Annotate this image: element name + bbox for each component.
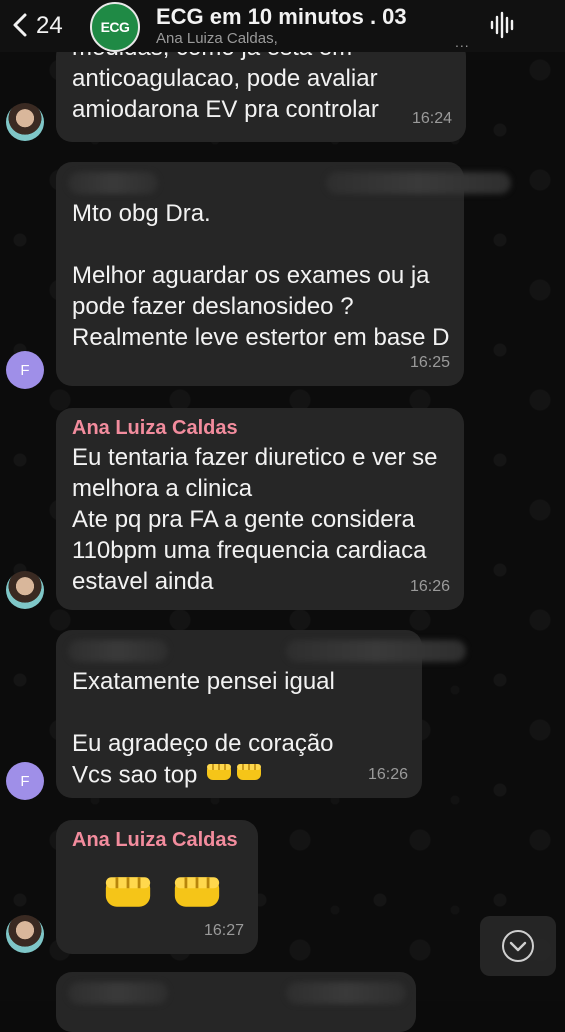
fist-emoji bbox=[204, 759, 234, 793]
redacted-sender bbox=[68, 640, 168, 662]
avatar[interactable]: F bbox=[6, 351, 44, 389]
message-time: 16:25 bbox=[409, 354, 450, 371]
message-line: Eu agradeço de coração bbox=[72, 730, 334, 757]
group-avatar[interactable]: ECG bbox=[90, 2, 140, 52]
chat-header: 24 ECG ECG em 10 minutos . 03 Ana Luiza … bbox=[0, 0, 565, 52]
message-bubble[interactable]: Mto obg Dra. Melhor aguardar os exames o… bbox=[56, 162, 511, 386]
message-time: 16:27 bbox=[203, 922, 244, 939]
group-members[interactable]: Ana Luiza Caldas, bbox=[156, 30, 278, 47]
group-avatar-text: ECG bbox=[100, 19, 130, 35]
message-bubble[interactable]: Ana Luiza Caldas 16:27 bbox=[56, 820, 258, 954]
message-line: anticoagulacao, pode avaliar bbox=[72, 65, 378, 92]
voice-chat-button[interactable] bbox=[488, 10, 518, 40]
waveform-icon bbox=[490, 11, 514, 39]
unread-count: 24 bbox=[36, 12, 63, 39]
message-line: 110bpm uma frequencia cardiaca bbox=[72, 537, 427, 564]
scroll-to-bottom-button[interactable] bbox=[480, 916, 556, 976]
fist-emoji bbox=[234, 759, 264, 793]
message-line: pode fazer deslanosideo ? bbox=[72, 293, 354, 320]
message-line: Eu tentaria fazer diuretico e ver se bbox=[72, 444, 438, 471]
members-more: ... bbox=[455, 34, 470, 50]
redacted-phone bbox=[326, 172, 511, 194]
message-time: 16:26 bbox=[367, 766, 408, 783]
message-line: melhora a clinica bbox=[72, 475, 253, 502]
avatar[interactable] bbox=[6, 915, 44, 953]
sender-name[interactable]: Ana Luiza Caldas bbox=[72, 414, 448, 442]
message-bubble[interactable]: medidas, como ja esta em anticoagulacao,… bbox=[56, 34, 466, 142]
message-line bbox=[72, 697, 406, 728]
message-line bbox=[72, 229, 448, 260]
message-time: 16:26 bbox=[409, 578, 450, 595]
message-line: Vcs sao top bbox=[72, 759, 406, 793]
message-line: Melhor aguardar os exames ou ja bbox=[72, 262, 430, 289]
message-line: Mto obg Dra. bbox=[72, 200, 211, 227]
fist-emoji bbox=[100, 868, 156, 924]
message-line: Exatamente pensei igual bbox=[72, 668, 335, 695]
redacted-sender bbox=[68, 172, 158, 194]
message-bubble[interactable]: Ana Luiza Caldas Eu tentaria fazer diure… bbox=[56, 408, 464, 610]
chevron-down-icon bbox=[502, 930, 534, 962]
avatar-letter: F bbox=[20, 361, 30, 379]
message-bubble[interactable]: Exatamente pensei igual Eu agradeço de c… bbox=[56, 630, 466, 798]
message-line: estavel ainda bbox=[72, 568, 214, 595]
message-line: amiodarona EV pra controlar bbox=[72, 96, 379, 123]
avatar[interactable]: F bbox=[6, 762, 44, 800]
avatar[interactable] bbox=[6, 571, 44, 609]
redacted-phone bbox=[286, 640, 466, 662]
avatar-letter: F bbox=[20, 772, 30, 790]
group-title[interactable]: ECG em 10 minutos . 03 bbox=[156, 4, 407, 30]
chevron-left-icon bbox=[13, 13, 27, 37]
message-bubble[interactable] bbox=[56, 972, 416, 1032]
back-button[interactable] bbox=[6, 10, 36, 40]
sender-name[interactable]: Ana Luiza Caldas bbox=[72, 826, 242, 854]
avatar[interactable] bbox=[6, 103, 44, 141]
message-time: 16:24 bbox=[411, 110, 452, 127]
message-text: Vcs sao top bbox=[72, 761, 198, 789]
message-line: Realmente leve estertor em base D bbox=[72, 324, 450, 351]
message-line: Ate pq pra FA a gente considera bbox=[72, 506, 415, 533]
